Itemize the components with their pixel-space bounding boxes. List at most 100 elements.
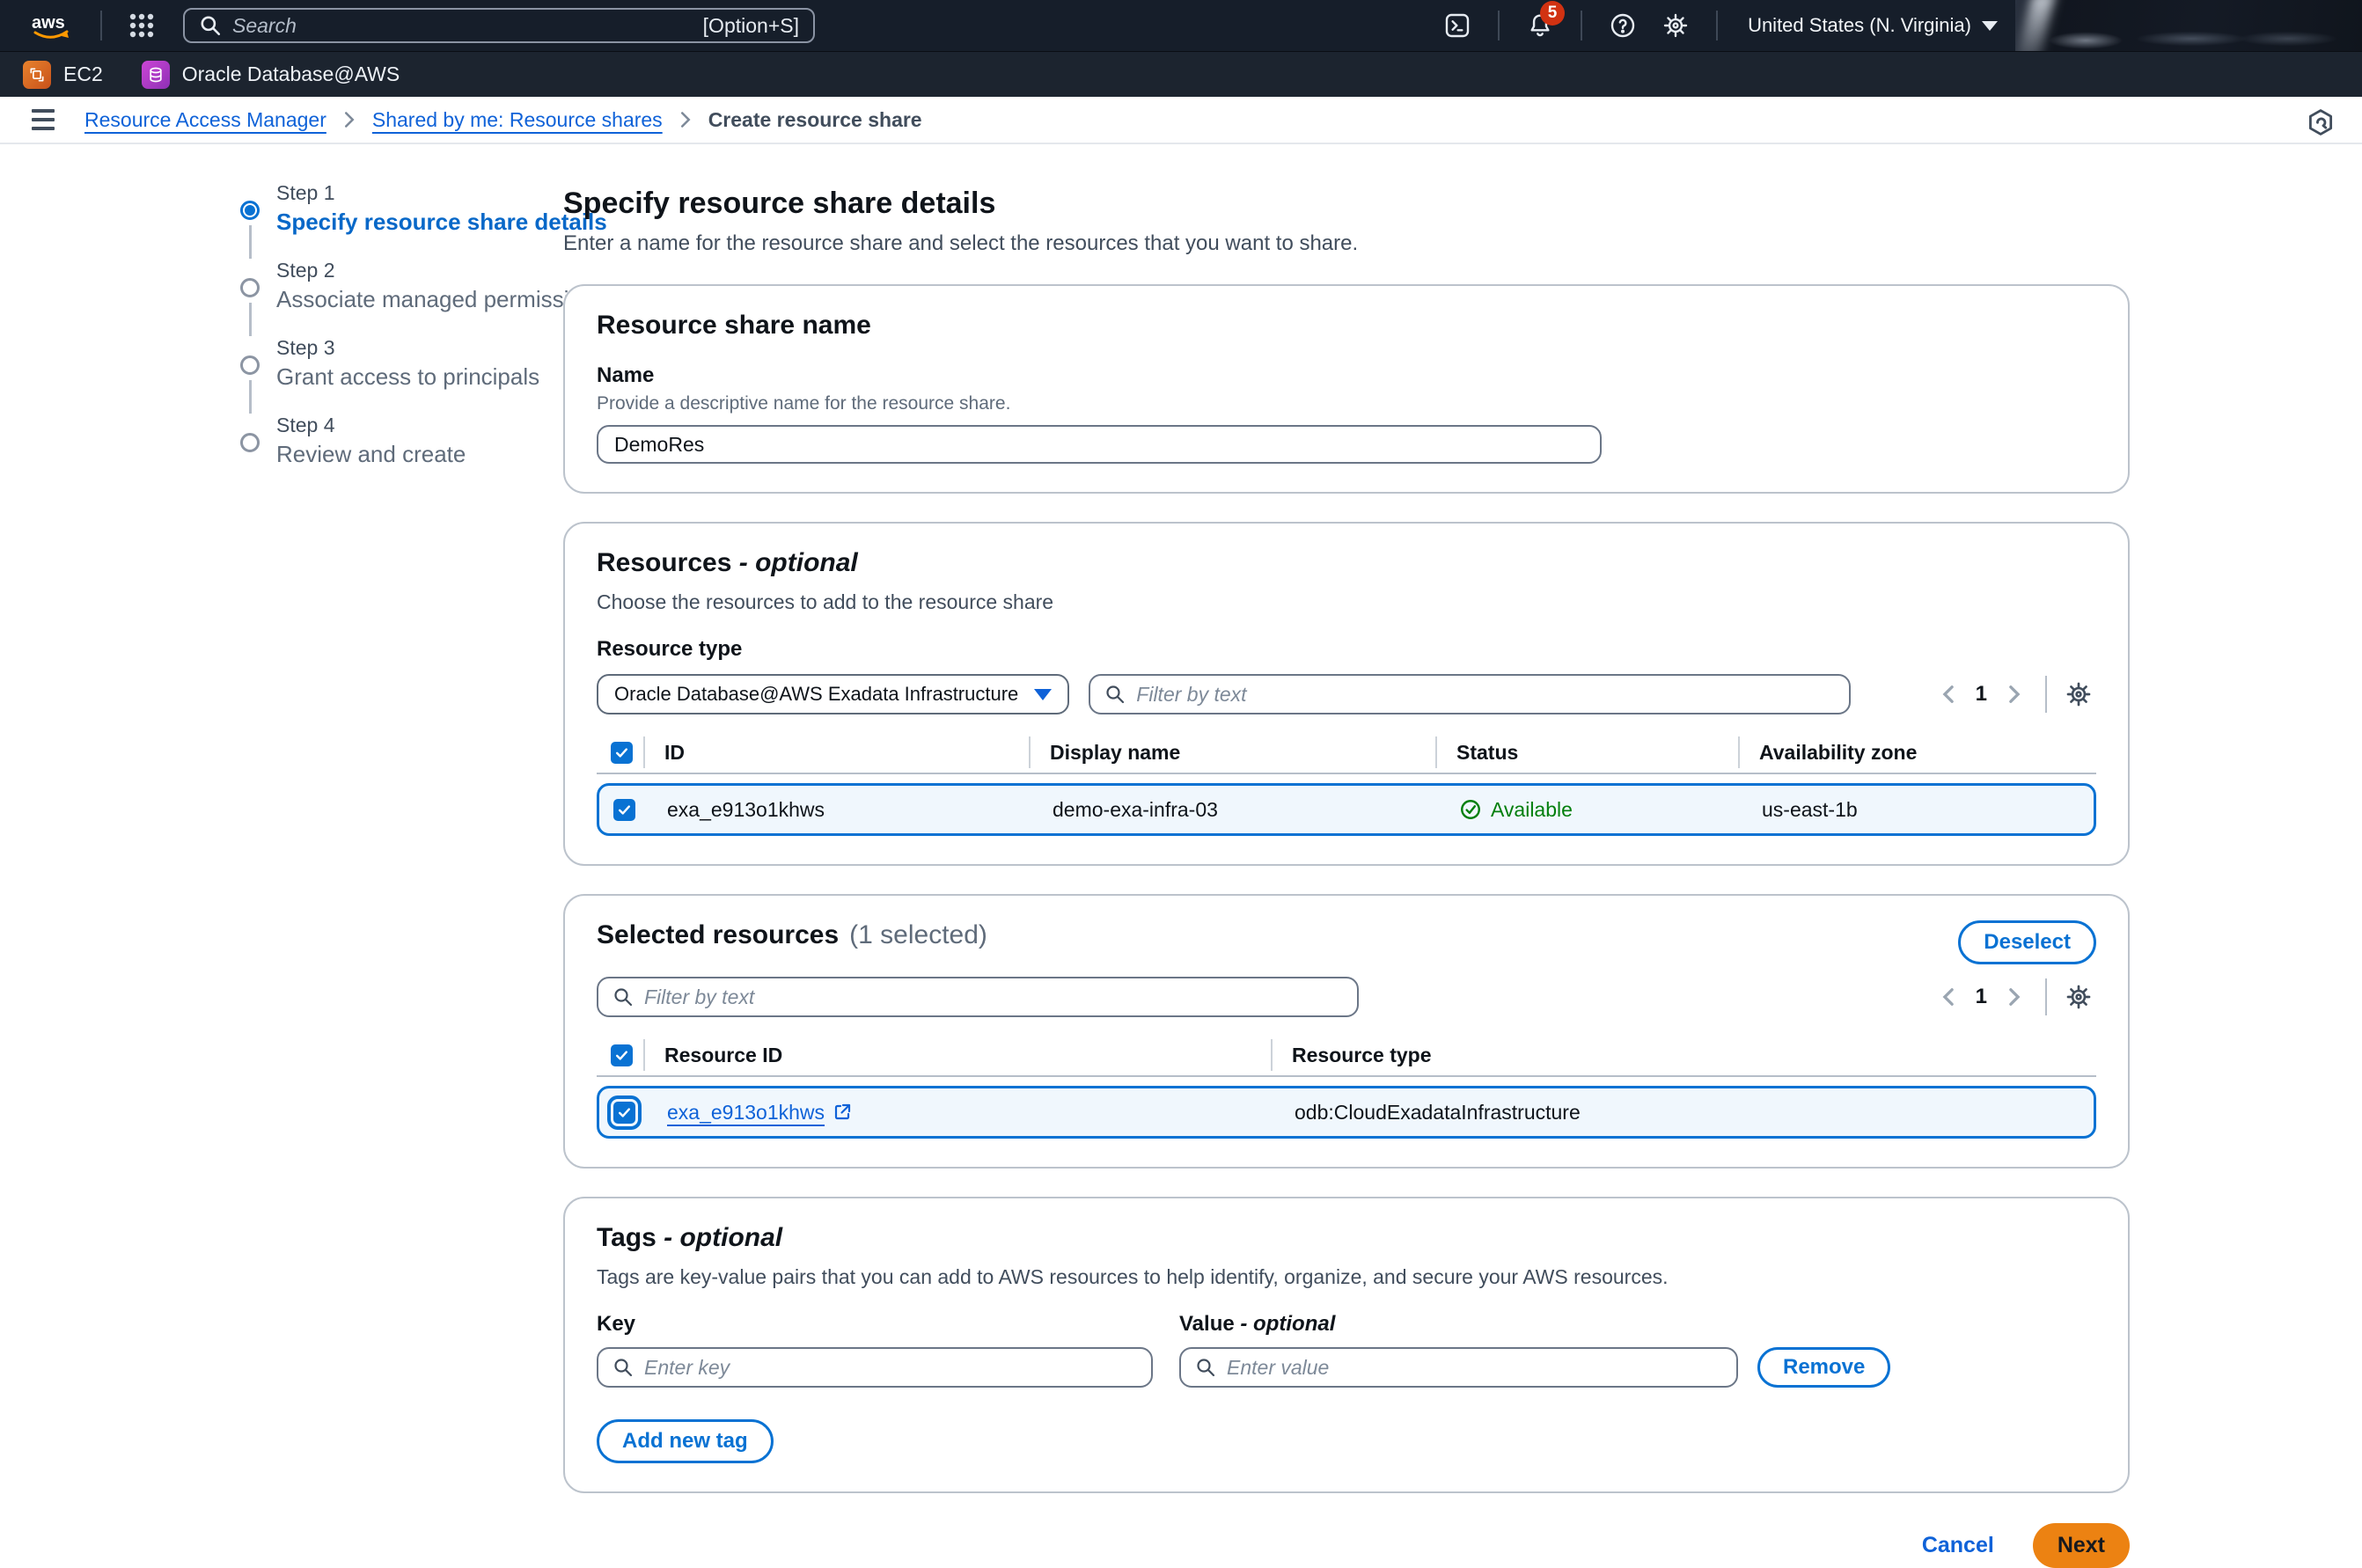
step-radio [240, 278, 260, 297]
selected-filter[interactable] [597, 977, 1359, 1017]
resource-type-label: Resource type [597, 637, 2096, 662]
breadcrumb-link-ram[interactable]: Resource Access Manager [84, 108, 326, 132]
favorite-oracle-database[interactable]: Oracle Database@AWS [142, 61, 400, 89]
favorite-label: Oracle Database@AWS [182, 62, 400, 86]
search-shortcut: [Option+S] [703, 14, 799, 38]
favorite-ec2[interactable]: EC2 [23, 61, 103, 89]
notification-badge: 5 [1540, 1, 1565, 26]
column-header-resource-type[interactable]: Resource type [1271, 1039, 2096, 1071]
table-row[interactable]: exa_e913o1khws odb:CloudExadataInfrastru… [597, 1086, 2096, 1139]
resources-filter[interactable] [1089, 674, 1851, 714]
page-prev-icon[interactable] [1932, 982, 1965, 1012]
search-icon [613, 986, 634, 1007]
table-header-row: ID Display name Status Availability zone [597, 732, 2096, 774]
resource-share-name-input[interactable] [597, 425, 1602, 464]
region-label: United States (N. Virginia) [1748, 14, 1971, 37]
chevron-right-icon [679, 111, 693, 128]
column-header-availability-zone[interactable]: Availability zone [1738, 736, 2096, 768]
divider [2045, 676, 2047, 713]
name-field-label: Name [597, 363, 2096, 388]
amazon-q-icon[interactable] [2306, 107, 2336, 137]
panel-tags: Tags - optional Tags are key-value pairs… [563, 1197, 2130, 1493]
notifications-bell-icon[interactable]: 5 [1514, 4, 1566, 47]
help-icon[interactable] [1596, 4, 1649, 47]
selected-pagination: 1 [1932, 978, 2096, 1015]
panel-title: Resources - optional [597, 548, 2096, 578]
row-checkbox[interactable] [613, 1102, 635, 1124]
divider [1498, 11, 1500, 40]
resource-type-value: Oracle Database@AWS Exadata Infrastructu… [614, 683, 1018, 706]
tag-value-input[interactable] [1227, 1356, 1722, 1380]
tag-value-label-optional: - optional [1240, 1312, 1335, 1336]
search-input[interactable] [232, 14, 693, 38]
main-content: Specify resource share details Enter a n… [563, 187, 2130, 1568]
chevron-right-icon [342, 111, 356, 128]
resource-id-text: exa_e913o1khws [667, 1101, 825, 1125]
add-new-tag-button[interactable]: Add new tag [597, 1419, 774, 1463]
page-next-icon[interactable] [1998, 679, 2031, 709]
cell-display-name: demo-exa-infra-03 [1031, 798, 1438, 822]
resources-pagination: 1 [1932, 676, 2096, 713]
panel-title: Selected resources [597, 920, 839, 950]
step-title: Grant access to principals [276, 363, 539, 391]
page-number[interactable]: 1 [1976, 985, 1987, 1009]
tag-value-label: Value - optional [1179, 1312, 1738, 1337]
oracle-database-icon [142, 61, 170, 89]
step-item-2[interactable]: Step 2 Associate managed permissions [239, 259, 607, 336]
status-success-icon [1459, 798, 1482, 821]
resource-id-link[interactable]: exa_e913o1khws [667, 1101, 853, 1125]
cloudshell-icon[interactable] [1431, 4, 1484, 47]
wizard-footer-actions: Cancel Next [563, 1523, 2130, 1568]
row-checkbox[interactable] [613, 799, 635, 821]
tag-key-field[interactable] [597, 1347, 1153, 1388]
step-title: Associate managed permissions [276, 286, 605, 313]
table-preferences-gear-icon[interactable] [2061, 677, 2096, 712]
page-number[interactable]: 1 [1976, 682, 1987, 707]
step-number: Step 1 [276, 181, 607, 205]
account-menu-redacted[interactable] [2015, 0, 2362, 51]
step-item-1[interactable]: Step 1 Specify resource share details [239, 181, 607, 259]
aws-logo[interactable]: aws [19, 11, 86, 40]
external-link-icon [832, 1102, 853, 1123]
step-item-4[interactable]: Step 4 Review and create [239, 414, 607, 491]
apps-grid-icon[interactable] [116, 5, 167, 46]
step-radio-active [240, 201, 260, 220]
tag-key-input[interactable] [644, 1356, 1137, 1380]
resources-filter-input[interactable] [1136, 683, 1835, 707]
cancel-button[interactable]: Cancel [1922, 1533, 1994, 1558]
global-search[interactable]: [Option+S] [183, 8, 815, 43]
step-number: Step 2 [276, 259, 605, 282]
column-header-resource-id[interactable]: Resource ID [643, 1039, 1271, 1071]
menu-hamburger-icon[interactable] [26, 104, 60, 136]
remove-tag-button[interactable]: Remove [1757, 1347, 1890, 1388]
select-all-checkbox[interactable] [611, 742, 633, 764]
ec2-icon [23, 61, 51, 89]
page-next-icon[interactable] [1998, 982, 2031, 1012]
search-icon [199, 14, 222, 37]
divider [2045, 978, 2047, 1015]
column-header-status[interactable]: Status [1435, 736, 1738, 768]
tag-value-field[interactable] [1179, 1347, 1738, 1388]
svg-text:aws: aws [32, 13, 65, 33]
cell-resource-type: odb:CloudExadataInfrastructure [1273, 1101, 2094, 1125]
wizard-steps-nav: Step 1 Specify resource share details St… [239, 181, 607, 491]
step-number: Step 3 [276, 336, 539, 360]
step-item-3[interactable]: Step 3 Grant access to principals [239, 336, 607, 414]
resource-type-select[interactable]: Oracle Database@AWS Exadata Infrastructu… [597, 674, 1069, 714]
breadcrumb-link-shared-by-me[interactable]: Shared by me: Resource shares [372, 108, 663, 132]
column-header-display-name[interactable]: Display name [1029, 736, 1435, 768]
settings-gear-icon[interactable] [1649, 4, 1702, 47]
table-row[interactable]: exa_e913o1khws demo-exa-infra-03 Availab… [597, 783, 2096, 836]
deselect-button[interactable]: Deselect [1958, 920, 2096, 964]
selected-filter-input[interactable] [644, 985, 1343, 1009]
panel-title-optional: - optional [664, 1223, 782, 1252]
region-selector[interactable]: United States (N. Virginia) [1732, 14, 2006, 37]
column-header-id[interactable]: ID [643, 736, 1029, 768]
select-all-checkbox[interactable] [611, 1044, 633, 1066]
panel-description: Choose the resources to add to the resou… [597, 590, 2096, 614]
page-prev-icon[interactable] [1932, 679, 1965, 709]
step-number: Step 4 [276, 414, 466, 437]
next-button[interactable]: Next [2033, 1523, 2130, 1568]
table-preferences-gear-icon[interactable] [2061, 979, 2096, 1015]
favorites-bar: EC2 Oracle Database@AWS [0, 51, 2362, 97]
